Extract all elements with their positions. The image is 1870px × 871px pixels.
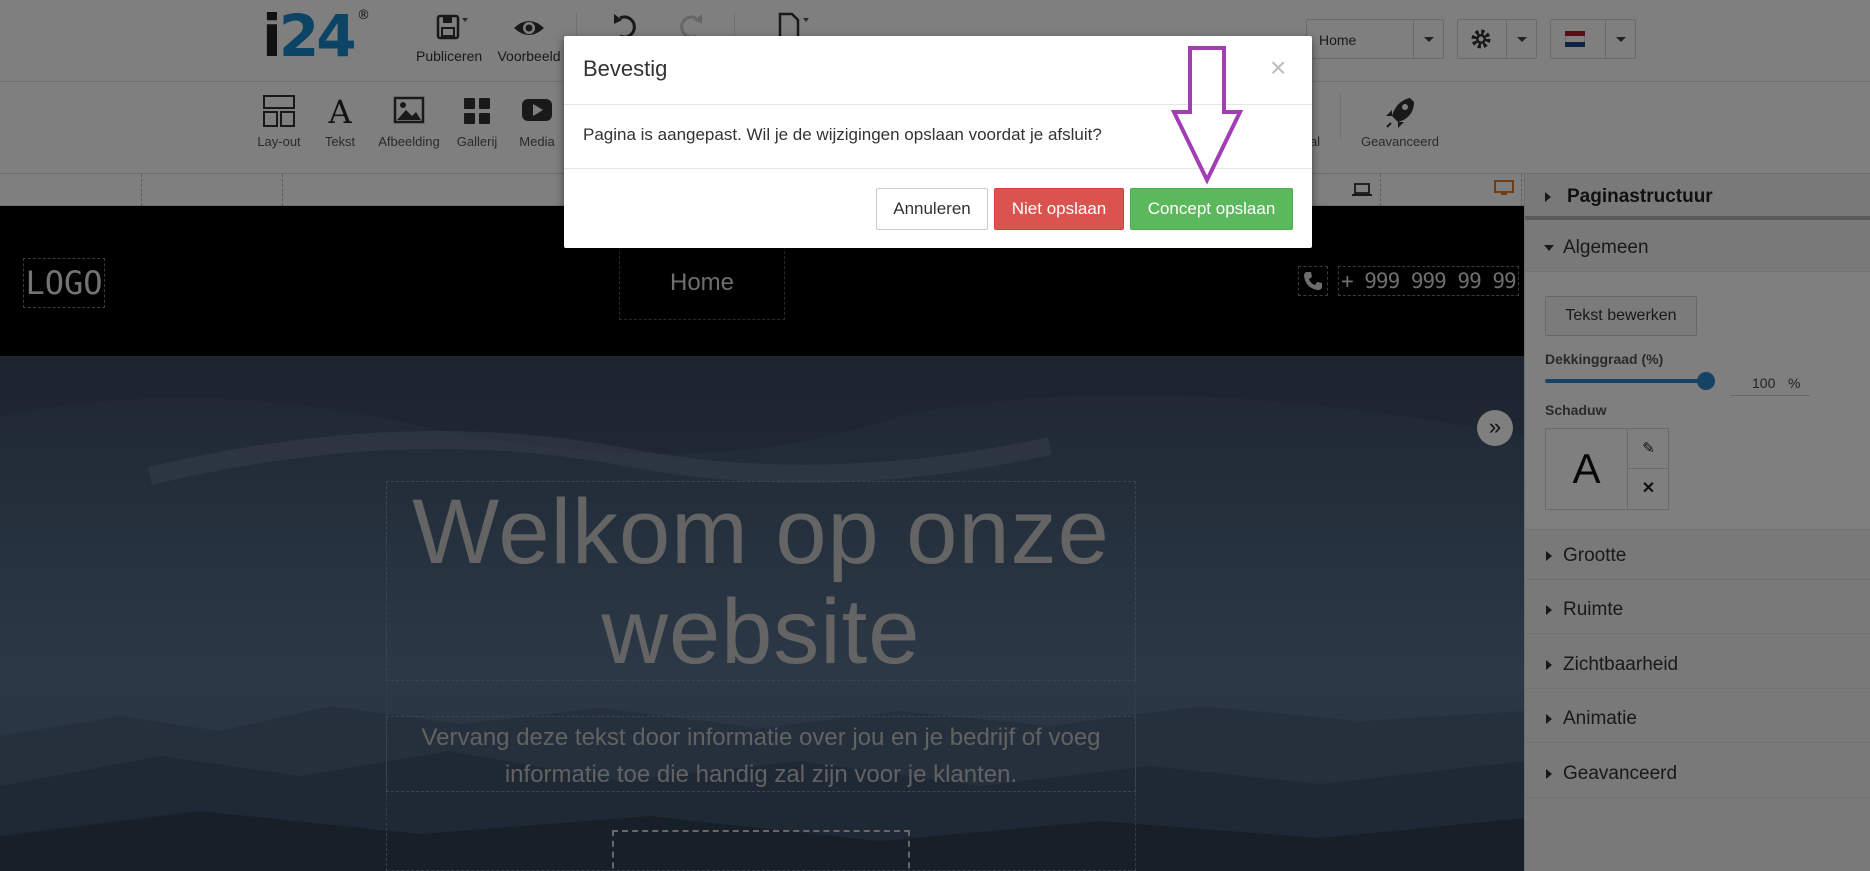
dont-save-button[interactable]: Niet opslaan: [994, 188, 1124, 230]
cancel-button[interactable]: Annuleren: [876, 188, 988, 230]
dialog-message: Pagina is aangepast. Wil je de wijziging…: [583, 125, 1102, 144]
dialog-title: Bevestig: [583, 56, 668, 81]
close-icon[interactable]: ×: [1270, 54, 1286, 82]
annotation-arrow-icon: [1170, 46, 1244, 191]
save-draft-button[interactable]: Concept opslaan: [1130, 188, 1293, 230]
